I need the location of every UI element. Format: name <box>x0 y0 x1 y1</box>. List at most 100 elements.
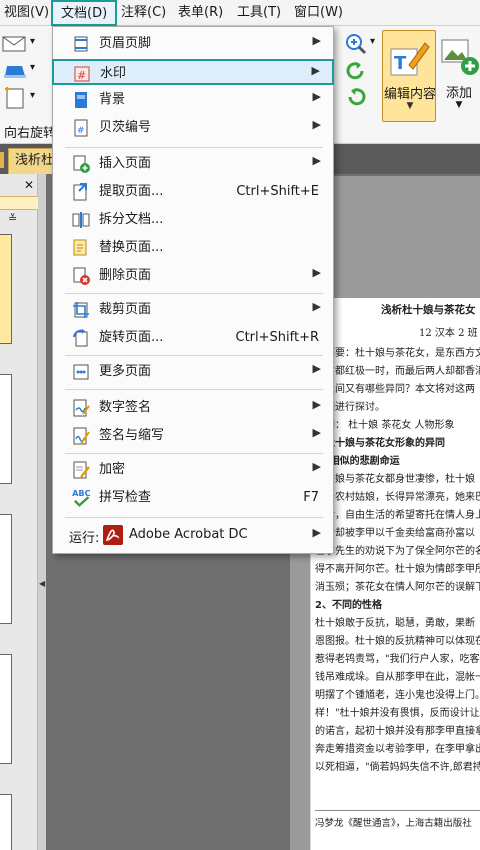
doc-line: 惹得老鸨责骂，"我们行户人家，吃客穿 <box>315 654 480 665</box>
email-icon[interactable] <box>2 34 28 54</box>
add-button[interactable]: 添加 ▼ <box>438 30 480 122</box>
encrypt-icon <box>73 461 90 479</box>
menu-item-crop-pages[interactable]: 裁剪页面 ▶ <box>53 297 333 323</box>
doc-line: 以死相逼，"倘若妈妈失信不许,郎君持 <box>315 762 480 773</box>
menu-item-label: 页眉页脚 <box>99 36 152 51</box>
doc-line: 奔走筹措资金以考验李甲，在李甲拿出三 <box>315 744 480 755</box>
page-thumbnail[interactable] <box>0 654 12 764</box>
doc-line: 钱吊难成垛。自从那李甲在此，混帐一年 <box>315 672 480 683</box>
menu-item-header-footer[interactable]: 页眉页脚 ▶ <box>53 31 333 57</box>
menu-item-label: 插入页面 <box>99 156 152 171</box>
menu-item-rotate-pages[interactable]: 旋转页面... Ctrl+Shift+R <box>53 325 333 351</box>
menu-item-digital-signature[interactable]: 数字签名 ▶ <box>53 395 333 421</box>
chevron-down-icon: ▼ <box>455 100 463 110</box>
sign-icon <box>73 427 90 445</box>
menu-item-watermark[interactable]: # 水印 ▶ <box>52 59 334 85</box>
svg-text:T: T <box>394 53 407 74</box>
page-thumbnail[interactable] <box>0 514 12 624</box>
rotate-left-icon[interactable] <box>344 60 368 82</box>
page-thumbnail[interactable] <box>0 234 12 344</box>
page-thumbnail[interactable] <box>0 374 12 484</box>
menu-item-replace-pages[interactable]: 替换页面... <box>53 235 333 261</box>
close-icon[interactable]: ✕ <box>24 178 34 192</box>
menu-item-bates-numbering[interactable]: # 贝茨编号 ▶ <box>53 115 333 141</box>
submenu-arrow-icon: ▶ <box>312 154 321 167</box>
insert-page-icon <box>73 155 90 173</box>
edit-content-button[interactable]: T 编辑内容 ▼ <box>382 30 436 122</box>
menu-item-more-pages[interactable]: 更多页面 ▶ <box>53 359 333 385</box>
menu-view[interactable]: 视图(V) <box>2 4 51 22</box>
chevron-down-icon[interactable]: ▾ <box>30 90 35 101</box>
menu-item-shortcut: Ctrl+Shift+R <box>235 330 320 345</box>
doc-line: 明摆了个锺馗老，连小鬼也没得上门。弄 <box>315 690 480 701</box>
menu-item-label: 替换页面... <box>99 240 164 255</box>
submenu-arrow-icon: ▶ <box>312 398 321 411</box>
submenu-arrow-icon: ▶ <box>312 460 321 473</box>
watermark-icon: # <box>74 66 90 82</box>
svg-text:#: # <box>77 126 85 136</box>
menu-window[interactable]: 窗口(W) <box>292 4 345 22</box>
menu-document[interactable]: 文档(D) <box>51 0 118 26</box>
menu-item-label: 旋转页面... <box>99 330 164 345</box>
split-document-icon <box>72 212 90 228</box>
menu-bar: 视图(V) 文档(D) 注释(C) 表单(R) 工具(T) 窗口(W) <box>0 0 480 26</box>
menu-separator <box>65 293 323 294</box>
zoom-in-icon[interactable] <box>344 32 368 56</box>
menu-comment[interactable]: 注释(C) <box>119 4 168 22</box>
acrobat-icon <box>103 525 123 545</box>
chevron-down-icon[interactable]: ▾ <box>370 36 375 47</box>
menu-form[interactable]: 表单(R) <box>176 4 225 22</box>
extract-page-icon <box>73 183 87 201</box>
menu-item-label: 贝茨编号 <box>99 120 152 135</box>
panel-splitter[interactable]: ◀ <box>38 174 46 850</box>
submenu-arrow-icon: ▶ <box>312 90 321 103</box>
doc-line: 生活，自由生活的希望寄托在情人身上 <box>315 510 480 521</box>
collapse-arrow-icon[interactable]: ◀ <box>39 579 45 588</box>
menu-item-split-document[interactable]: 拆分文档... <box>53 207 333 233</box>
collapse-icon[interactable]: ≚ <box>8 212 17 225</box>
menu-item-label: 提取页面... <box>99 184 164 199</box>
more-pages-icon <box>73 364 89 380</box>
pdf-page: 浅析杜十娘与茶花女 12 汉本 2 班 容摘要：杜十娘与茶花女，是东西方文 是甘… <box>310 298 480 850</box>
menu-item-label: 加密 <box>99 462 126 477</box>
crop-icon <box>73 302 89 318</box>
menu-separator <box>65 453 323 454</box>
svg-text:#: # <box>77 69 86 82</box>
rotate-right-icon[interactable] <box>344 86 368 108</box>
menu-item-shortcut: F7 <box>303 490 319 505</box>
menu-tools[interactable]: 工具(T) <box>235 4 283 22</box>
menu-item-run-acrobat[interactable]: 运行: Adobe Acrobat DC ▶ <box>53 523 333 549</box>
tab-indicator <box>0 152 4 168</box>
menu-item-extract-pages[interactable]: 提取页面... Ctrl+Shift+E <box>53 179 333 205</box>
submenu-arrow-icon: ▶ <box>312 300 321 313</box>
menu-item-encrypt[interactable]: 加密 ▶ <box>53 457 333 483</box>
edit-content-label: 编辑内容 <box>383 87 436 102</box>
chevron-down-icon[interactable]: ▾ <box>30 36 35 47</box>
menu-item-label: 更多页面 <box>99 364 152 379</box>
header-footer-icon <box>74 36 88 52</box>
cloud-icon[interactable] <box>2 60 28 80</box>
menu-item-insert-pages[interactable]: 插入页面 ▶ <box>53 151 333 177</box>
submenu-arrow-icon: ▶ <box>311 64 320 77</box>
menu-item-sign-initials[interactable]: 签名与缩写 ▶ <box>53 423 333 449</box>
menu-item-delete-pages[interactable]: 删除页面 ▶ <box>53 263 333 289</box>
doc-line: 间之间又有哪些异同？本文将对这两 <box>315 384 475 395</box>
menu-item-label: 背景 <box>99 92 126 107</box>
submenu-arrow-icon: ▶ <box>312 426 321 439</box>
delete-page-icon <box>73 267 90 285</box>
doc-line: 容摘要：杜十娘与茶花女，是东西方文 <box>315 348 480 359</box>
page-thumbnail[interactable] <box>0 794 12 850</box>
menu-item-spell-check[interactable]: ABC 拼写检查 F7 <box>53 485 333 511</box>
rotate-right-label[interactable]: 向右旋转 <box>4 122 56 141</box>
menu-item-label: 数字签名 <box>99 400 152 415</box>
menu-separator <box>65 355 323 356</box>
run-label: 运行: <box>69 531 100 546</box>
menu-item-label: 拼写检查 <box>99 490 152 505</box>
chevron-down-icon[interactable]: ▾ <box>30 62 35 73</box>
new-document-icon[interactable] <box>2 86 28 110</box>
doc-footnote: 冯梦龙《醒世通言》，上海古籍出版社 <box>315 818 472 829</box>
menu-separator <box>65 517 323 518</box>
menu-item-background[interactable]: 背景 ▶ <box>53 87 333 113</box>
doc-line: 杜十娘敢于反抗，聪慧，勇敢，果断 <box>315 618 475 629</box>
doc-line: 消玉殒；茶花女在情人阿尔芒的误解下 <box>315 582 480 593</box>
